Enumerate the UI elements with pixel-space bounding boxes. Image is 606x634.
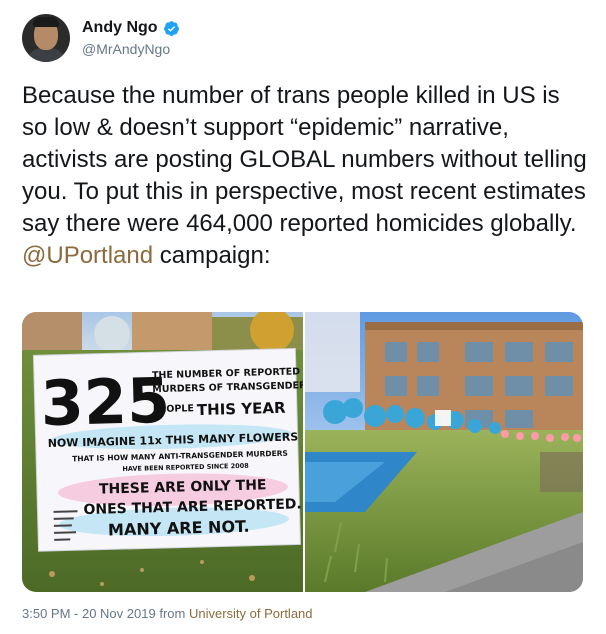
- photo-sign[interactable]: 325 THE NUMBER OF REPORTED MURDERS OF TR…: [22, 312, 303, 592]
- author-name-row[interactable]: Andy Ngo: [82, 17, 180, 39]
- tweet-body-end: campaign:: [153, 242, 271, 269]
- media-grid[interactable]: 325 THE NUMBER OF REPORTED MURDERS OF TR…: [22, 312, 583, 592]
- flowers-photo-illustration: [305, 312, 583, 592]
- verified-badge-icon: [163, 20, 179, 36]
- tweet-text: Because the number of trans people kille…: [22, 80, 587, 272]
- source-link[interactable]: University of Portland: [189, 606, 313, 621]
- author-name[interactable]: Andy Ngo: [82, 19, 158, 37]
- from-label: from: [159, 606, 186, 621]
- tweet-meta: 3:50 PM - 20 Nov 2019 from University of…: [22, 606, 313, 621]
- mention-link[interactable]: @UPortland: [22, 242, 153, 269]
- sign-line-3: PEOPLE: [153, 403, 194, 415]
- sign-line-3b: THIS YEAR: [197, 399, 287, 419]
- timestamp[interactable]: 3:50 PM - 20 Nov 2019: [22, 606, 156, 621]
- sign-line-9: MANY ARE NOT.: [108, 517, 250, 540]
- sign-photo-illustration: 325 THE NUMBER OF REPORTED MURDERS OF TR…: [22, 312, 303, 592]
- tweet-body: Because the number of trans people kille…: [22, 82, 587, 237]
- author-handle[interactable]: @MrAndyNgo: [82, 41, 170, 57]
- avatar[interactable]: [22, 14, 70, 62]
- photo-flowers[interactable]: [305, 312, 583, 592]
- tweet-header: Andy Ngo @MrAndyNgo: [22, 14, 582, 68]
